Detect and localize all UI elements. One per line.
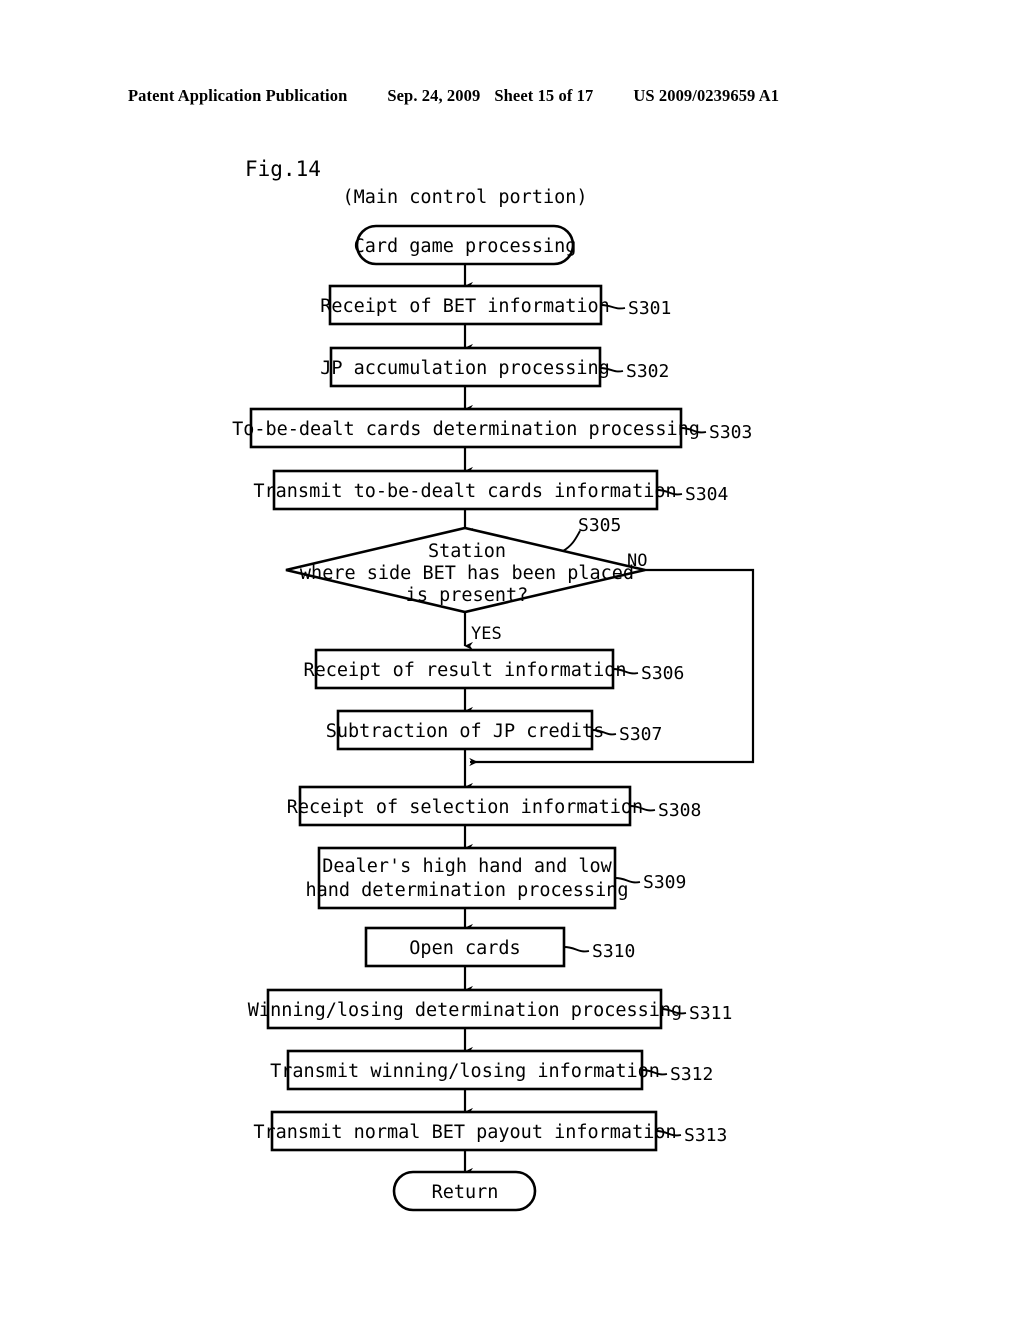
decision-label-line2: where side BET has been placed (300, 563, 634, 584)
process-label-s307: Subtraction of JP credits (326, 721, 604, 742)
branch-label-yes: YES (471, 624, 502, 644)
step-number-s313: S313 (684, 1125, 727, 1146)
start-terminator-label: Card game processing (354, 236, 577, 257)
process-label-s312: Transmit winning/losing information (270, 1061, 660, 1082)
process-label-s311: Winning/losing determination processing (248, 1000, 682, 1021)
step-number-s302: S302 (626, 361, 669, 382)
decision-label-line1: Station (428, 541, 506, 562)
figure-subtitle: (Main control portion) (342, 187, 587, 208)
leader-line-s310 (563, 946, 590, 953)
figure-label: Fig.14 (245, 157, 321, 181)
process-label-s301: Receipt of BET information (320, 296, 610, 317)
step-number-s304: S304 (685, 484, 728, 505)
process-label-s309-line1: Dealer's high hand and low (322, 856, 612, 877)
process-label-s310: Open cards (409, 938, 520, 959)
step-number-s312: S312 (670, 1064, 713, 1085)
decision-label-line3: is present? (406, 585, 529, 606)
step-number-s306: S306 (641, 663, 684, 684)
process-label-s304: Transmit to-be-dealt cards information (253, 481, 676, 502)
step-number-s309: S309 (643, 872, 686, 893)
process-label-s309-line2: hand determination processing (305, 880, 628, 901)
process-label-s313: Transmit normal BET payout information (253, 1122, 676, 1143)
step-number-s303: S303 (709, 422, 752, 443)
end-terminator-label: Return (432, 1182, 499, 1203)
process-label-s302: JP accumulation processing (320, 358, 610, 379)
process-label-s308: Receipt of selection information (287, 797, 643, 818)
process-label-s306: Receipt of result information (303, 660, 626, 681)
process-label-s303: To-be-dealt cards determination processi… (232, 419, 700, 440)
step-number-s301: S301 (628, 298, 671, 319)
step-number-s307: S307 (619, 724, 662, 745)
patent-page: Patent Application Publication Sep. 24, … (0, 0, 1024, 1320)
step-number-s308: S308 (658, 800, 701, 821)
step-number-s310: S310 (592, 941, 635, 962)
step-number-s311: S311 (689, 1003, 732, 1024)
step-number-s305: S305 (578, 515, 621, 536)
branch-label-no: NO (627, 551, 647, 571)
figure-14: Fig.14 (Main control portion) Card game … (0, 0, 1024, 1320)
flowchart-diagram: Fig.14 (Main control portion) Card game … (232, 157, 755, 1212)
